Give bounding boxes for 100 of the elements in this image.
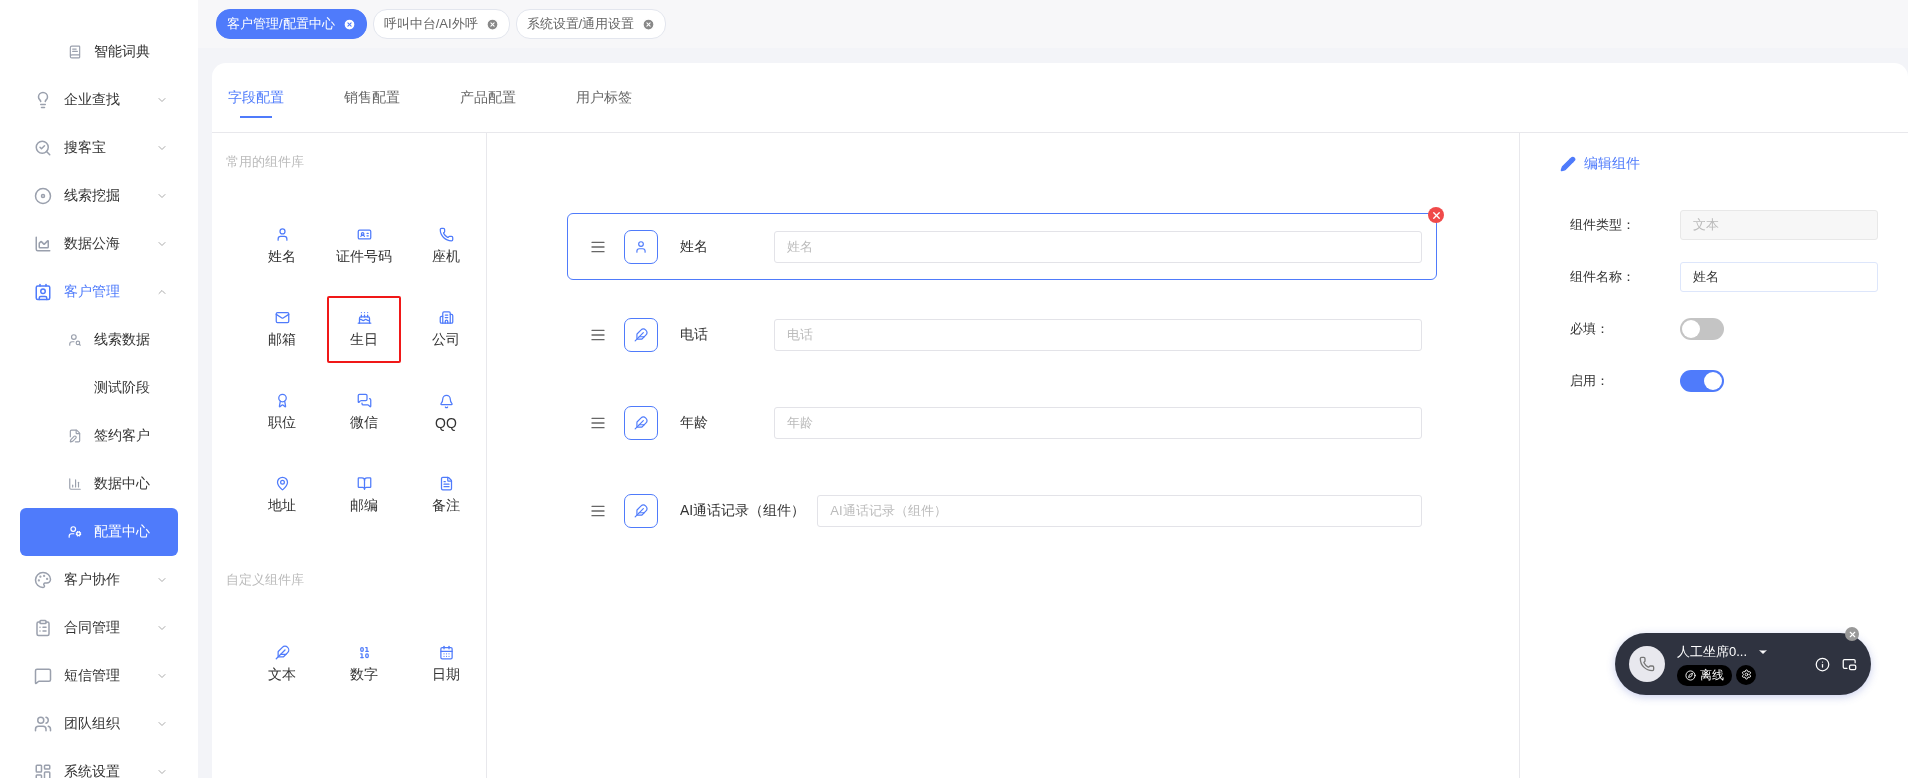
component-item[interactable]: 邮编 xyxy=(327,462,401,529)
sidebar-item[interactable]: 数据公海 xyxy=(20,220,178,268)
close-icon[interactable] xyxy=(1845,627,1859,641)
field-label: 组件名称： xyxy=(1569,268,1636,286)
sidebar-item[interactable]: 团队组织 xyxy=(20,700,178,748)
component-item[interactable]: 文本 xyxy=(245,631,319,698)
person-icon xyxy=(274,227,290,242)
field-label: 电话 xyxy=(680,325,709,344)
component-item[interactable]: 职位 xyxy=(245,379,319,446)
component-item[interactable]: 日期 xyxy=(409,631,483,698)
form-row[interactable]: 电话 电话 xyxy=(567,301,1437,368)
sidebar-item[interactable]: 线索数据 xyxy=(20,316,178,364)
picture-in-picture-icon[interactable] xyxy=(1842,656,1857,672)
form-row[interactable]: 年龄 年龄 xyxy=(567,389,1437,456)
component-item[interactable]: 姓名 xyxy=(245,213,319,280)
sidebar-item[interactable]: 企业查找 xyxy=(20,76,178,124)
palette-icon xyxy=(34,571,52,589)
sidebar-item[interactable]: 短信管理 xyxy=(20,652,178,700)
component-item[interactable]: 邮箱 xyxy=(245,296,319,363)
config-tab[interactable]: 销售配置 xyxy=(344,63,400,132)
component-item[interactable]: 数字 xyxy=(327,631,401,698)
sidebar-item[interactable]: 签约客户 xyxy=(20,412,178,460)
component-item[interactable]: 公司 xyxy=(409,296,483,363)
id-card-icon xyxy=(356,227,372,242)
component-item[interactable]: QQ xyxy=(409,379,483,446)
field-label: AI通话记录（组件） xyxy=(680,501,806,520)
page-tab[interactable]: 客户管理/配置中心 xyxy=(216,9,367,39)
phone-icon[interactable] xyxy=(1629,646,1665,682)
input-field[interactable]: AI通话记录（组件） xyxy=(817,494,1422,527)
file-pen-icon xyxy=(68,429,82,443)
book-icon xyxy=(356,476,372,491)
section-title: 自定义组件库 xyxy=(226,571,305,589)
form-row[interactable]: AI通话记录（组件） AI通话记录（组件） xyxy=(567,477,1437,544)
toggle-switch[interactable] xyxy=(1680,370,1724,392)
sidebar-item[interactable]: 配置中心 xyxy=(20,508,178,556)
feather-icon xyxy=(624,317,658,352)
field-label: 启用： xyxy=(1569,372,1610,390)
target-icon xyxy=(34,187,52,205)
bell-icon xyxy=(438,394,454,409)
field-label: 组件类型： xyxy=(1569,216,1636,234)
person-icon xyxy=(624,229,658,264)
component-item[interactable]: 座机 xyxy=(409,213,483,280)
phone-icon xyxy=(438,227,454,242)
component-item[interactable]: 证件号码 xyxy=(327,213,401,280)
status-button[interactable]: 离线 xyxy=(1677,664,1732,686)
sidebar-item[interactable]: 客户协作 xyxy=(20,556,178,604)
form-row[interactable]: 姓名 姓名 xyxy=(567,213,1437,280)
sidebar-item[interactable]: 合同管理 xyxy=(20,604,178,652)
component-item[interactable]: 地址 xyxy=(245,462,319,529)
component-item[interactable]: 生日 xyxy=(327,296,401,363)
component-item[interactable]: 备注 xyxy=(409,462,483,529)
feather-icon xyxy=(624,493,658,528)
dashboard-icon xyxy=(34,763,52,778)
feather-icon xyxy=(624,405,658,440)
sidebar-item[interactable]: 线索挖掘 xyxy=(20,172,178,220)
pencil-icon xyxy=(1560,156,1576,172)
toggle-switch[interactable] xyxy=(1680,318,1724,340)
sidebar-item[interactable]: 系统设置 xyxy=(20,748,178,778)
document-icon xyxy=(438,476,454,491)
sidebar-item[interactable]: 客户管理 xyxy=(20,268,178,316)
book-icon xyxy=(68,45,82,59)
chat-icon xyxy=(34,667,52,685)
chart-icon xyxy=(34,235,52,253)
contact-card-icon xyxy=(34,283,52,301)
page-tab[interactable]: 呼叫中台/AI外呼 xyxy=(372,9,510,39)
settings-icon[interactable] xyxy=(1736,664,1756,685)
bar-chart-icon xyxy=(68,477,82,491)
input-field[interactable]: 年龄 xyxy=(774,406,1422,439)
config-tab[interactable]: 产品配置 xyxy=(460,63,516,132)
section-title: 常用的组件库 xyxy=(226,153,305,171)
calendar-icon xyxy=(438,645,454,660)
people-icon xyxy=(34,715,52,733)
agent-name: 人工坐席0... xyxy=(1677,642,1748,661)
sidebar-item[interactable]: 智能词典 xyxy=(20,28,178,76)
feather-icon xyxy=(274,645,290,660)
field-label: 姓名 xyxy=(680,237,709,256)
chat-icon xyxy=(356,393,372,408)
input-field[interactable]: 姓名 xyxy=(774,230,1422,263)
clipboard-icon xyxy=(34,619,52,637)
panel-title: 编辑组件 xyxy=(1584,155,1640,173)
config-tab[interactable]: 用户标签 xyxy=(576,63,632,132)
search-icon xyxy=(34,139,52,157)
page-tab[interactable]: 系统设置/通用设置 xyxy=(515,9,667,39)
building-icon xyxy=(438,310,454,325)
cake-icon xyxy=(356,310,372,325)
info-icon[interactable] xyxy=(1815,656,1830,672)
field-label: 年龄 xyxy=(680,413,709,432)
compass-icon xyxy=(1685,669,1696,681)
map-pin-icon xyxy=(274,476,290,491)
field-label: 必填： xyxy=(1569,320,1610,338)
sidebar-item[interactable]: 搜客宝 xyxy=(20,124,178,172)
sidebar-item[interactable]: 数据中心 xyxy=(20,460,178,508)
sidebar-item[interactable]: 测试阶段 xyxy=(20,364,178,412)
input-field[interactable]: 电话 xyxy=(774,318,1422,351)
user-search-icon xyxy=(68,333,82,347)
mail-icon xyxy=(274,310,290,325)
user-gear-icon xyxy=(68,525,82,539)
input-field[interactable]: 姓名 xyxy=(1680,262,1878,292)
config-tab[interactable]: 字段配置 xyxy=(228,63,284,132)
component-item[interactable]: 微信 xyxy=(327,379,401,446)
